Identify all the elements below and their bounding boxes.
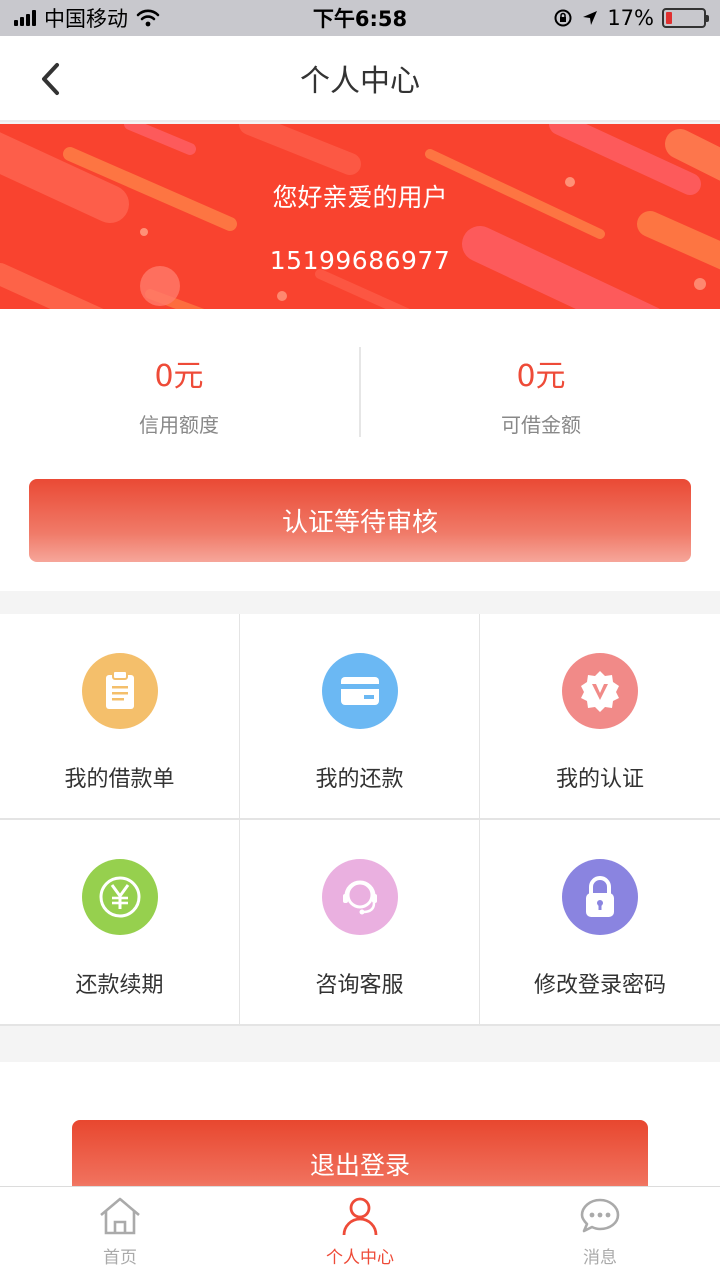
greeting-text: 您好亲爱的用户 — [272, 183, 448, 212]
yuan-icon — [81, 859, 158, 935]
banner-decoration — [0, 124, 720, 309]
carrier-name: 中国移动 — [44, 7, 128, 31]
grid-item-customer-service[interactable]: 咨询客服 — [240, 820, 479, 1024]
card-icon — [321, 653, 398, 729]
grid-label: 我的借款单 — [64, 767, 175, 792]
wifi-icon — [136, 9, 160, 27]
headset-icon — [321, 859, 398, 935]
user-icon — [342, 1197, 378, 1236]
tab-label: 首页 — [103, 1248, 137, 1268]
grid-label: 我的认证 — [555, 767, 644, 792]
phone-number: 15199686977 — [269, 246, 451, 275]
chevron-left-icon — [42, 63, 59, 95]
lock-icon — [562, 859, 638, 935]
logout-section: 退出登录 — [0, 1062, 720, 1186]
grid-label: 我的还款 — [315, 767, 404, 792]
grid-item-my-verification[interactable]: 我的认证 — [480, 614, 720, 818]
battery-icon — [662, 8, 709, 28]
battery-percent: 17% — [607, 6, 654, 30]
rotation-lock-icon — [554, 9, 572, 27]
grid-label: 修改登录密码 — [533, 973, 666, 998]
grid-item-my-repayments[interactable]: 我的还款 — [240, 614, 479, 818]
borrowable-amount-value: 0元 — [516, 359, 566, 394]
stats-panel: 0元 信用额度 0元 可借金额 认证等待审核 — [0, 309, 720, 591]
credit-limit-value: 0元 — [154, 359, 204, 394]
borrowable-amount-stat: 0元 可借金额 — [362, 349, 720, 438]
stat-divider — [359, 347, 361, 437]
verification-status-button[interactable]: 认证等待审核 — [29, 479, 691, 562]
logout-button[interactable]: 退出登录 — [72, 1120, 648, 1186]
tab-label: 消息 — [583, 1248, 617, 1268]
grid-item-my-loans[interactable]: 我的借款单 — [0, 614, 239, 818]
tab-profile[interactable]: 个人中心 — [240, 1187, 480, 1280]
grid-item-extend-repayment[interactable]: 还款续期 — [0, 820, 239, 1024]
grid-label: 还款续期 — [75, 973, 164, 998]
grid-label: 咨询客服 — [315, 973, 404, 998]
tab-bar: 首页 个人中心 消息 — [0, 1186, 720, 1280]
page-title: 个人中心 — [300, 64, 420, 99]
tab-home[interactable]: 首页 — [0, 1187, 240, 1280]
credit-limit-stat: 0元 信用额度 — [0, 349, 358, 438]
verified-badge-icon — [562, 653, 638, 729]
user-banner: 您好亲爱的用户 15199686977 — [0, 124, 720, 309]
tab-messages[interactable]: 消息 — [480, 1187, 720, 1280]
back-button[interactable] — [30, 58, 70, 100]
grid-item-change-password[interactable]: 修改登录密码 — [480, 820, 720, 1024]
location-icon — [583, 11, 598, 25]
chat-icon — [580, 1198, 620, 1233]
signal-icon — [14, 10, 36, 26]
clipboard-icon — [81, 653, 158, 729]
status-bar: 中国移动 下午6:58 17% — [0, 0, 720, 36]
credit-limit-label: 信用额度 — [139, 413, 219, 437]
home-icon — [100, 1197, 140, 1235]
tab-label: 个人中心 — [326, 1248, 394, 1268]
feature-grid: 我的借款单 我的还款 我的认证 还款续期 咨询客服 修改登录密码 — [0, 614, 720, 1026]
nav-bar: 个人中心 — [0, 36, 720, 122]
borrowable-amount-label: 可借金额 — [501, 413, 581, 437]
